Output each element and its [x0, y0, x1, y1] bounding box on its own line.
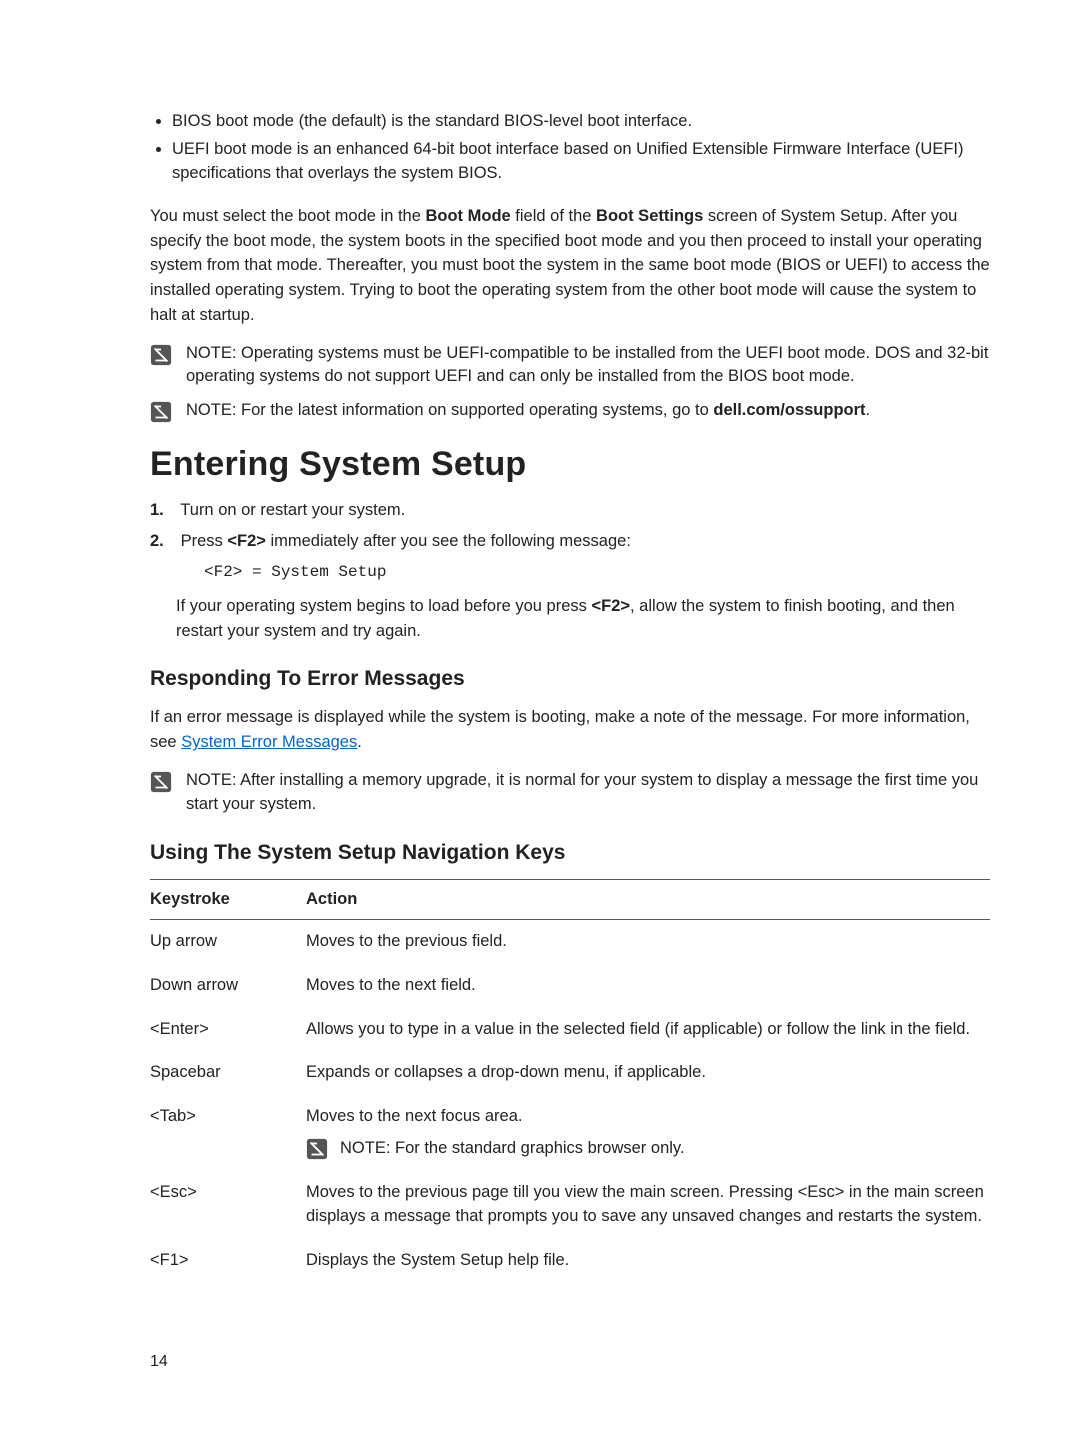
step-pre: Press: [181, 532, 228, 550]
table-row: <Tab> Moves to the next focus area. NOTE…: [150, 1095, 990, 1171]
step-mono: <F2> = System Setup: [204, 560, 990, 584]
note-link-text: dell.com/ossupport: [713, 401, 865, 419]
note-pre: For the latest information on supported …: [241, 401, 713, 419]
boot-mode-term: Boot Mode: [425, 207, 510, 225]
table-row: <F1> Displays the System Setup help file…: [150, 1239, 990, 1283]
step-key: <F2>: [227, 532, 266, 550]
cell-key: <Esc>: [150, 1171, 306, 1239]
bullet-bios: BIOS boot mode (the default) is the stan…: [172, 110, 990, 134]
err-post: .: [357, 733, 362, 751]
cell-key: Spacebar: [150, 1051, 306, 1095]
nav-keys-table: Keystroke Action Up arrow Moves to the p…: [150, 879, 990, 1283]
cell-action: Expands or collapses a drop-down menu, i…: [306, 1051, 990, 1095]
error-paragraph: If an error message is displayed while t…: [150, 705, 990, 755]
table-row: <Enter> Allows you to type in a value in…: [150, 1008, 990, 1052]
note-uefi-compat: NOTE: Operating systems must be UEFI-com…: [150, 342, 990, 390]
note-text: NOTE: After installing a memory upgrade,…: [186, 769, 990, 817]
step-2: 2. Press <F2> immediately after you see …: [176, 529, 990, 643]
heading-responding-error: Responding To Error Messages: [150, 667, 990, 691]
cell-action: Moves to the next focus area. NOTE: For …: [306, 1095, 990, 1171]
note-icon: [150, 401, 172, 423]
note-post: .: [866, 401, 871, 419]
boot-settings-term: Boot Settings: [596, 207, 703, 225]
note-body: For the standard graphics browser only.: [395, 1139, 685, 1157]
note-text: NOTE: For the latest information on supp…: [186, 399, 870, 423]
cell-key: <Tab>: [150, 1095, 306, 1171]
note-icon: [306, 1138, 328, 1160]
cell-key: <F1>: [150, 1239, 306, 1283]
tab-action-text: Moves to the next focus area.: [306, 1107, 522, 1125]
table-row: Spacebar Expands or collapses a drop-dow…: [150, 1051, 990, 1095]
cell-action: Moves to the previous page till you view…: [306, 1171, 990, 1239]
table-row: <Esc> Moves to the previous page till yo…: [150, 1171, 990, 1239]
step-1: 1. Turn on or restart your system.: [176, 498, 990, 523]
note-label: NOTE:: [186, 771, 240, 789]
note-body: Operating systems must be UEFI-compatibl…: [186, 344, 988, 386]
cell-key: Down arrow: [150, 964, 306, 1008]
step-text: Turn on or restart your system.: [180, 501, 405, 519]
note-icon: [150, 344, 172, 366]
system-error-messages-link[interactable]: System Error Messages: [181, 733, 357, 751]
note-label: NOTE:: [186, 344, 241, 362]
bullet-uefi: UEFI boot mode is an enhanced 64-bit boo…: [172, 138, 990, 186]
cell-action: Displays the System Setup help file.: [306, 1239, 990, 1283]
text: field of the: [511, 207, 596, 225]
note-body: After installing a memory upgrade, it is…: [186, 771, 978, 813]
boot-mode-bullets: BIOS boot mode (the default) is the stan…: [150, 110, 990, 186]
cell-action: Moves to the next field.: [306, 964, 990, 1008]
tab-note-text: NOTE: For the standard graphics browser …: [340, 1137, 685, 1161]
cell-key: Up arrow: [150, 919, 306, 963]
boot-mode-paragraph: You must select the boot mode in the Boo…: [150, 204, 990, 328]
step-sub: If your operating system begins to load …: [176, 594, 990, 644]
note-label: NOTE:: [340, 1139, 395, 1157]
note-label: NOTE:: [186, 401, 241, 419]
table-row: Down arrow Moves to the next field.: [150, 964, 990, 1008]
note-ossupport: NOTE: For the latest information on supp…: [150, 399, 990, 423]
cell-action: Allows you to type in a value in the sel…: [306, 1008, 990, 1052]
text: You must select the boot mode in the: [150, 207, 425, 225]
note-text: NOTE: Operating systems must be UEFI-com…: [186, 342, 990, 390]
tab-note: NOTE: For the standard graphics browser …: [306, 1137, 984, 1161]
col-keystroke: Keystroke: [150, 879, 306, 919]
table-row: Up arrow Moves to the previous field.: [150, 919, 990, 963]
note-memory-upgrade: NOTE: After installing a memory upgrade,…: [150, 769, 990, 817]
step-post: immediately after you see the following …: [266, 532, 631, 550]
cell-key: <Enter>: [150, 1008, 306, 1052]
col-action: Action: [306, 879, 990, 919]
sub-key: <F2>: [591, 597, 630, 615]
note-icon: [150, 771, 172, 793]
heading-nav-keys: Using The System Setup Navigation Keys: [150, 841, 990, 865]
sub-pre: If your operating system begins to load …: [176, 597, 591, 615]
page-number: 14: [150, 1353, 990, 1371]
heading-entering-system-setup: Entering System Setup: [150, 445, 990, 484]
cell-action: Moves to the previous field.: [306, 919, 990, 963]
steps-list: 1. Turn on or restart your system. 2. Pr…: [150, 498, 990, 643]
